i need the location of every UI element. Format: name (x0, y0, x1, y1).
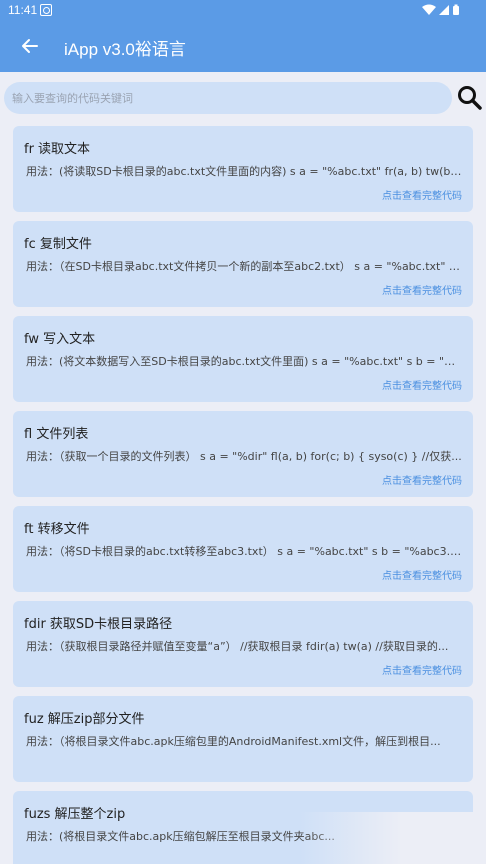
wifi-icon (422, 4, 436, 15)
card-title: fuzs 解压整个zip (24, 807, 126, 822)
search-input[interactable] (4, 82, 452, 114)
app-bar: iApp v3.0裕语言 (0, 20, 486, 72)
card-title: fc 复制文件 (24, 237, 92, 252)
card-description: 用法：（获取根目录路径并赋值至变量“a”） //获取根目录 fdir(a) tw… (26, 640, 449, 653)
view-full-code-link[interactable]: 点击查看完整代码 (382, 282, 462, 297)
card-description: 用法：（在SD卡根目录abc.txt文件拷贝一个新的副本至abc2.txt） s… (26, 260, 462, 273)
card-title: fl 文件列表 (24, 427, 89, 442)
search-row (0, 80, 486, 116)
view-full-code-link[interactable]: 点击查看完整代码 (382, 377, 462, 392)
status-bar: 11:41 (0, 0, 486, 20)
card-description: 用法：(将读取SD卡根目录的abc.txt文件里面的内容) s a = "%ab… (26, 165, 462, 178)
view-full-code-link[interactable]: 点击查看完整代码 (382, 662, 462, 677)
card-title: fr 读取文本 (24, 142, 91, 157)
code-card-fdir[interactable]: fdir 获取SD卡根目录路径 用法：（获取根目录路径并赋值至变量“a”） //… (13, 601, 473, 687)
card-title: ft 转移文件 (24, 522, 90, 537)
view-full-code-link[interactable]: 点击查看完整代码 (382, 567, 462, 582)
card-description: 用法：(将根目录文件abc.apk压缩包解压至根目录文件夹abc... (26, 830, 335, 843)
search-icon[interactable] (456, 84, 484, 112)
status-time: 11:41 (8, 3, 38, 17)
card-description: 用法：（获取一个目录的文件列表） s a = "%dir" fl(a, b) f… (26, 450, 462, 463)
card-title: fdir 获取SD卡根目录路径 (24, 617, 173, 632)
page-title: iApp v3.0裕语言 (64, 40, 186, 59)
card-description: 用法：(将文本数据写入至SD卡根目录的abc.txt文件里面) s a = "%… (26, 355, 462, 368)
card-title: fw 写入文本 (24, 332, 96, 347)
view-full-code-link[interactable]: 点击查看完整代码 (382, 472, 462, 487)
code-card-fuzs[interactable]: fuzs 解压整个zip 用法：(将根目录文件abc.apk压缩包解压至根目录文… (13, 791, 473, 864)
notification-icon (40, 4, 52, 16)
back-arrow-icon[interactable] (18, 34, 42, 58)
view-full-code-link[interactable]: 点击查看完整代码 (382, 187, 462, 202)
system-status-icons (422, 4, 459, 15)
card-description: 用法：（将根目录文件abc.apk压缩包里的AndroidManifest.xm… (26, 735, 441, 748)
code-card-fw[interactable]: fw 写入文本 用法：(将文本数据写入至SD卡根目录的abc.txt文件里面) … (13, 316, 473, 402)
code-card-ft[interactable]: ft 转移文件 用法：（将SD卡根目录的abc.txt转移至abc3.txt） … (13, 506, 473, 592)
code-card-fc[interactable]: fc 复制文件 用法：（在SD卡根目录abc.txt文件拷贝一个新的副本至abc… (13, 221, 473, 307)
code-card-fuz[interactable]: fuz 解压zip部分文件 用法：（将根目录文件abc.apk压缩包里的Andr… (13, 696, 473, 782)
card-title: fuz 解压zip部分文件 (24, 712, 145, 727)
signal-icon (439, 5, 449, 15)
card-description: 用法：（将SD卡根目录的abc.txt转移至abc3.txt） s a = "%… (26, 545, 462, 558)
code-card-fl[interactable]: fl 文件列表 用法：（获取一个目录的文件列表） s a = "%dir" fl… (13, 411, 473, 497)
battery-icon (453, 4, 459, 15)
code-card-fr[interactable]: fr 读取文本 用法：(将读取SD卡根目录的abc.txt文件里面的内容) s … (13, 126, 473, 212)
